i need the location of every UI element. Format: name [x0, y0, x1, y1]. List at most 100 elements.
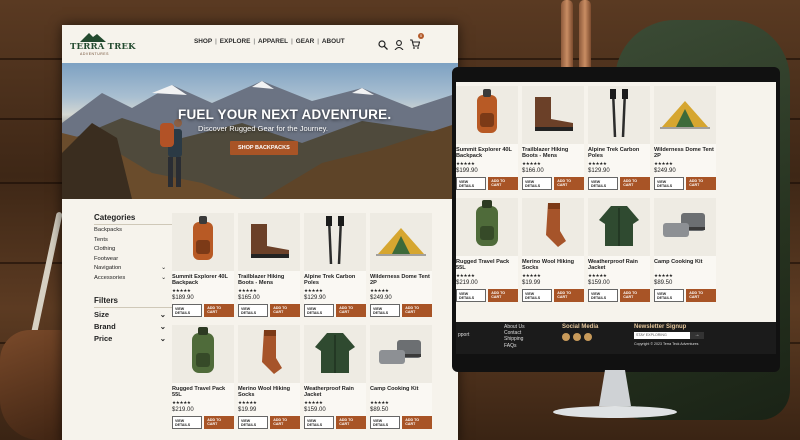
product-name[interactable]: Trailblazer Hiking Boots - Mens: [522, 147, 584, 160]
view-details-button[interactable]: VIEW DETAILS: [304, 304, 335, 317]
product-name[interactable]: Camp Cooking Kit: [370, 386, 432, 399]
add-to-cart-button[interactable]: ADD TO CART: [686, 289, 716, 302]
category-navigation[interactable]: Navigation ⌄: [94, 265, 172, 275]
instagram-icon[interactable]: [562, 333, 570, 342]
product-name[interactable]: Merino Wool Hiking Socks: [238, 386, 300, 399]
view-details-button[interactable]: VIEW DETAILS: [238, 304, 269, 317]
product-image[interactable]: [522, 86, 584, 144]
add-to-cart-button[interactable]: ADD TO CART: [270, 416, 300, 429]
product-name[interactable]: Summit Explorer 40L Backpack: [456, 147, 518, 160]
filter-price[interactable]: Price ⌄: [94, 334, 172, 346]
view-details-button[interactable]: VIEW DETAILS: [522, 289, 553, 302]
product-image[interactable]: [370, 213, 432, 271]
facebook-icon[interactable]: [573, 333, 581, 342]
add-to-cart-button[interactable]: ADD TO CART: [554, 289, 584, 302]
product-image[interactable]: [304, 325, 366, 383]
product-name[interactable]: Rugged Travel Pack 55L: [456, 259, 518, 272]
footer-link-faqs[interactable]: FAQs: [504, 343, 525, 349]
category-footwear[interactable]: Footwear: [94, 256, 172, 266]
product-card[interactable]: Summit Explorer 40L Backpack ★★★★★ $199.…: [456, 86, 518, 190]
view-details-button[interactable]: VIEW DETAILS: [370, 304, 401, 317]
nav-item-about[interactable]: ABOUT: [322, 38, 345, 45]
product-card[interactable]: Merino Wool Hiking Socks ★★★★★ $19.99 VI…: [522, 198, 584, 302]
add-to-cart-button[interactable]: ADD TO CART: [620, 289, 650, 302]
view-details-button[interactable]: VIEW DETAILS: [588, 177, 619, 190]
product-image[interactable]: [456, 86, 518, 144]
product-card[interactable]: Merino Wool Hiking Socks ★★★★★ $19.99 VI…: [238, 325, 300, 429]
view-details-button[interactable]: VIEW DETAILS: [522, 177, 553, 190]
product-card[interactable]: Rugged Travel Pack 55L ★★★★★ $219.00 VIE…: [456, 198, 518, 302]
add-to-cart-button[interactable]: ADD TO CART: [488, 177, 518, 190]
product-name[interactable]: Summit Explorer 40L Backpack: [172, 274, 234, 287]
product-image[interactable]: [304, 213, 366, 271]
product-image[interactable]: [588, 86, 650, 144]
product-card[interactable]: Wilderness Dome Tent 2P ★★★★★ $249.90 VI…: [370, 213, 432, 317]
view-details-button[interactable]: VIEW DETAILS: [654, 177, 685, 190]
category-clothing[interactable]: Clothing: [94, 246, 172, 256]
footer-link-shipping[interactable]: Shipping: [504, 336, 525, 342]
user-icon[interactable]: [394, 40, 404, 50]
product-card[interactable]: Summit Explorer 40L Backpack ★★★★★ $189.…: [172, 213, 234, 317]
product-card[interactable]: Rugged Travel Pack 55L ★★★★★ $219.00 VIE…: [172, 325, 234, 429]
cart-button[interactable]: 0: [410, 33, 424, 54]
view-details-button[interactable]: VIEW DETAILS: [456, 289, 487, 302]
product-card[interactable]: Alpine Trek Carbon Poles ★★★★★ $129.90 V…: [588, 86, 650, 190]
product-name[interactable]: Weatherproof Rain Jacket: [588, 259, 650, 272]
category-accessories[interactable]: Accessories ⌄: [94, 275, 172, 285]
newsletter-submit-arrow-icon[interactable]: →: [690, 332, 704, 340]
product-card[interactable]: Weatherproof Rain Jacket ★★★★★ $159.00 V…: [304, 325, 366, 429]
nav-item-shop[interactable]: SHOP: [194, 38, 212, 45]
view-details-button[interactable]: VIEW DETAILS: [238, 416, 269, 429]
product-name[interactable]: Weatherproof Rain Jacket: [304, 386, 366, 399]
add-to-cart-button[interactable]: ADD TO CART: [336, 416, 366, 429]
product-image[interactable]: [370, 325, 432, 383]
product-image[interactable]: [654, 198, 716, 256]
product-image[interactable]: [522, 198, 584, 256]
add-to-cart-button[interactable]: ADD TO CART: [336, 304, 366, 317]
category-tents[interactable]: Tents: [94, 237, 172, 247]
product-name[interactable]: Alpine Trek Carbon Poles: [304, 274, 366, 287]
product-card[interactable]: Wilderness Dome Tent 2P ★★★★★ $249.90 VI…: [654, 86, 716, 190]
product-card[interactable]: Camp Cooking Kit ★★★★★ $89.50 VIEW DETAI…: [370, 325, 432, 429]
product-name[interactable]: Camp Cooking Kit: [654, 259, 716, 272]
product-image[interactable]: [588, 198, 650, 256]
view-details-button[interactable]: VIEW DETAILS: [172, 416, 203, 429]
product-card[interactable]: Trailblazer Hiking Boots - Mens ★★★★★ $1…: [238, 213, 300, 317]
product-name[interactable]: Rugged Travel Pack 55L: [172, 386, 234, 399]
product-card[interactable]: Alpine Trek Carbon Poles ★★★★★ $129.90 V…: [304, 213, 366, 317]
site-logo[interactable]: TERRA TREK ADVENTURES: [70, 32, 150, 56]
add-to-cart-button[interactable]: ADD TO CART: [204, 416, 234, 429]
add-to-cart-button[interactable]: ADD TO CART: [620, 177, 650, 190]
add-to-cart-button[interactable]: ADD TO CART: [686, 177, 716, 190]
nav-item-apparel[interactable]: APPAREL: [258, 38, 288, 45]
view-details-button[interactable]: VIEW DETAILS: [456, 177, 487, 190]
product-image[interactable]: [172, 213, 234, 271]
add-to-cart-button[interactable]: ADD TO CART: [402, 304, 432, 317]
product-card[interactable]: Trailblazer Hiking Boots - Mens ★★★★★ $1…: [522, 86, 584, 190]
category-backpacks[interactable]: Backpacks: [94, 227, 172, 237]
add-to-cart-button[interactable]: ADD TO CART: [488, 289, 518, 302]
add-to-cart-button[interactable]: ADD TO CART: [402, 416, 432, 429]
view-details-button[interactable]: VIEW DETAILS: [304, 416, 335, 429]
product-name[interactable]: Trailblazer Hiking Boots - Mens: [238, 274, 300, 287]
product-name[interactable]: Alpine Trek Carbon Poles: [588, 147, 650, 160]
product-image[interactable]: [238, 325, 300, 383]
search-icon[interactable]: [378, 40, 388, 50]
view-details-button[interactable]: VIEW DETAILS: [370, 416, 401, 429]
product-name[interactable]: Wilderness Dome Tent 2P: [654, 147, 716, 160]
product-card[interactable]: Camp Cooking Kit ★★★★★ $89.50 VIEW DETAI…: [654, 198, 716, 302]
product-image[interactable]: [654, 86, 716, 144]
filter-size[interactable]: Size ⌄: [94, 310, 172, 322]
product-image[interactable]: [238, 213, 300, 271]
newsletter-email-input[interactable]: STAY EXPLORING: [634, 332, 690, 340]
product-name[interactable]: Merino Wool Hiking Socks: [522, 259, 584, 272]
product-image[interactable]: [172, 325, 234, 383]
add-to-cart-button[interactable]: ADD TO CART: [270, 304, 300, 317]
shop-backpacks-button[interactable]: SHOP BACKPACKS: [230, 141, 298, 155]
product-image[interactable]: [456, 198, 518, 256]
filter-brand[interactable]: Brand ⌄: [94, 322, 172, 334]
view-details-button[interactable]: VIEW DETAILS: [588, 289, 619, 302]
view-details-button[interactable]: VIEW DETAILS: [172, 304, 203, 317]
nav-item-gear[interactable]: GEAR: [296, 38, 314, 45]
add-to-cart-button[interactable]: ADD TO CART: [554, 177, 584, 190]
